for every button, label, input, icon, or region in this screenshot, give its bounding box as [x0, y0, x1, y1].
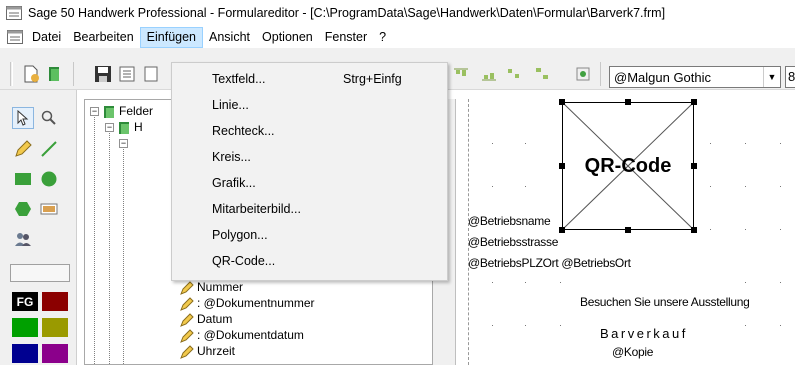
qr-code-element[interactable]: QR-Code — [562, 102, 694, 230]
resize-handle[interactable] — [625, 227, 631, 233]
tree-node-felder[interactable]: Felder — [102, 103, 153, 119]
foreground-color-button[interactable]: FG — [12, 292, 38, 311]
menu-item-polygon[interactable]: Polygon... — [172, 222, 447, 248]
align-center-icon[interactable] — [505, 65, 523, 83]
color-swatch-green[interactable] — [12, 318, 38, 337]
rectangle-tool-icon[interactable] — [12, 168, 34, 190]
menu-item-rechteck[interactable]: Rechteck... — [172, 118, 447, 144]
menu-item-linie[interactable]: Linie... — [172, 92, 447, 118]
canvas-field-betriebsname[interactable]: @Betriebsname — [468, 214, 551, 228]
tool-palette: FG — [0, 90, 77, 365]
canvas-field-plzort[interactable]: @BetriebsPLZOrt @BetriebsOrt — [468, 256, 631, 270]
system-menu-icon[interactable] — [4, 27, 26, 47]
toolbar-separator-2 — [600, 62, 602, 86]
menu-einfuegen[interactable]: Einfügen — [139, 26, 204, 48]
circle-tool-icon[interactable] — [38, 168, 60, 190]
app-icon — [6, 6, 22, 20]
font-name-select[interactable]: @Malgun Gothic ▼ — [609, 66, 781, 88]
resize-handle[interactable] — [691, 99, 697, 105]
snap-grid-icon[interactable] — [574, 65, 592, 83]
menu-help[interactable]: ? — [373, 27, 392, 48]
image-tool-icon[interactable] — [38, 198, 60, 220]
margin-guide — [468, 99, 469, 365]
align-bottom-icon[interactable] — [480, 65, 498, 83]
font-size-select[interactable]: 8 — [785, 66, 795, 88]
toolbar-grip — [10, 62, 13, 86]
tree-item[interactable]: Uhrzeit — [180, 343, 235, 359]
tree-item[interactable]: : @Dokumentnummer — [180, 295, 315, 311]
canvas-field-barverkauf[interactable]: Barverkauf — [600, 326, 688, 341]
menu-ansicht[interactable]: Ansicht — [203, 27, 256, 48]
title-bar: Sage 50 Handwerk Professional - Formular… — [0, 0, 795, 26]
tree-node-label: Felder — [119, 104, 154, 118]
current-color-field[interactable] — [10, 264, 70, 282]
tree-guide-line — [94, 112, 95, 364]
pencil-icon — [180, 329, 194, 343]
canvas-field-kopie[interactable]: @Kopie — [612, 345, 653, 359]
pencil-icon — [180, 297, 194, 311]
book-icon — [119, 121, 129, 134]
menu-item-qr-code[interactable]: QR-Code... — [172, 248, 447, 274]
resize-handle[interactable] — [559, 227, 565, 233]
tree-guide-line — [123, 144, 124, 364]
toolbar-separator — [73, 62, 75, 86]
resize-handle[interactable] — [559, 163, 565, 169]
employee-image-tool-icon[interactable] — [12, 228, 34, 250]
resize-handle[interactable] — [691, 163, 697, 169]
canvas-field-betriebsstrasse[interactable]: @Betriebsstrasse — [468, 235, 558, 249]
text-tool-icon[interactable] — [12, 138, 34, 160]
canvas-field-ausstellung[interactable]: Besuchen Sie unsere Ausstellung — [580, 295, 750, 309]
tree-item[interactable]: Nummer — [180, 279, 243, 295]
resize-handle[interactable] — [625, 99, 631, 105]
page-icon[interactable] — [142, 65, 160, 83]
window-title: Sage 50 Handwerk Professional - Formular… — [28, 6, 666, 20]
resize-handle[interactable] — [559, 99, 565, 105]
pointer-tool-icon[interactable] — [12, 107, 34, 129]
menu-item-kreis[interactable]: Kreis... — [172, 144, 447, 170]
menu-item-grafik[interactable]: Grafik... — [172, 170, 447, 196]
tree-node-label: H — [134, 120, 143, 134]
resize-handle[interactable] — [691, 227, 697, 233]
color-swatch-olive[interactable] — [42, 318, 68, 337]
menu-item-textfeld[interactable]: Textfeld... Strg+Einfg — [172, 66, 447, 92]
menu-fenster[interactable]: Fenster — [319, 27, 373, 48]
menu-bearbeiten[interactable]: Bearbeiten — [67, 27, 139, 48]
align-top-icon[interactable] — [452, 65, 470, 83]
new-file-icon[interactable] — [22, 65, 40, 83]
menu-datei[interactable]: Datei — [26, 27, 67, 48]
menu-bar: Datei Bearbeiten Einfügen Ansicht Option… — [0, 26, 795, 48]
tree-expander[interactable]: − — [119, 139, 128, 148]
shortcut-label: Strg+Einfg — [343, 72, 402, 86]
color-swatch-purple[interactable] — [42, 344, 68, 363]
chevron-down-icon[interactable]: ▼ — [763, 67, 780, 87]
color-swatch-navy[interactable] — [12, 344, 38, 363]
pencil-icon — [180, 345, 194, 359]
insert-menu-dropdown: Textfeld... Strg+Einfg Linie... Rechteck… — [171, 62, 448, 281]
tree-item[interactable]: Datum — [180, 311, 232, 327]
tree-guide-line — [109, 128, 110, 364]
zoom-tool-icon[interactable] — [38, 107, 60, 129]
properties-icon[interactable] — [118, 65, 136, 83]
tree-item[interactable]: : @Dokumentdatum — [180, 327, 304, 343]
tree-expander[interactable]: − — [105, 123, 114, 132]
menu-optionen[interactable]: Optionen — [256, 27, 319, 48]
font-name-value: @Malgun Gothic — [614, 69, 712, 85]
line-tool-icon[interactable] — [38, 138, 60, 160]
polygon-tool-icon[interactable] — [12, 198, 34, 220]
book-icon — [104, 105, 114, 118]
pencil-icon — [180, 281, 194, 295]
tree-node-h[interactable]: H — [117, 119, 143, 135]
menu-item-mitarbeiterbild[interactable]: Mitarbeiterbild... — [172, 196, 447, 222]
distribute-icon[interactable] — [533, 65, 551, 83]
save-icon[interactable] — [94, 65, 112, 83]
open-book-icon[interactable] — [46, 65, 64, 83]
tree-expander[interactable]: − — [90, 107, 99, 116]
color-swatch-darkred[interactable] — [42, 292, 68, 311]
pencil-icon — [180, 313, 194, 327]
qr-code-label: QR-Code — [584, 155, 672, 177]
